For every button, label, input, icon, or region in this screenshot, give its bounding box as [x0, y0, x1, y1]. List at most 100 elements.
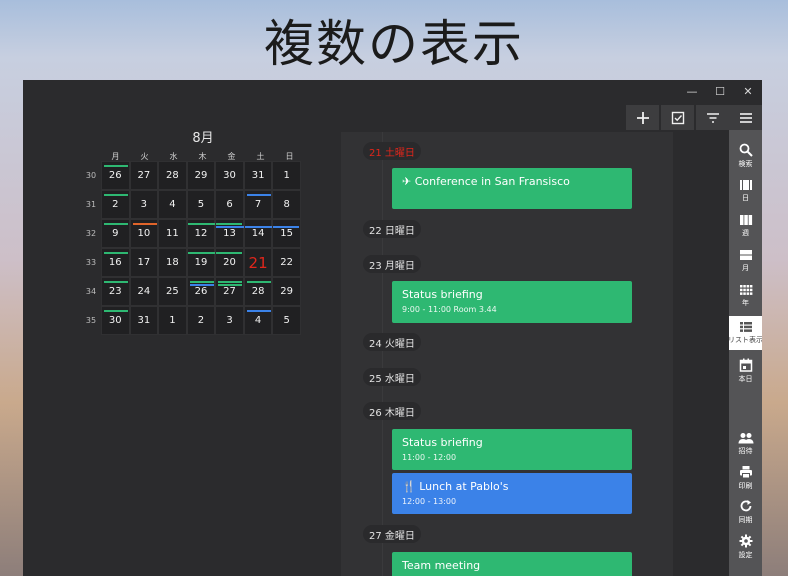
- day-number: 22: [280, 257, 294, 268]
- day-cell[interactable]: 30: [215, 161, 244, 190]
- day-header: 21 土曜日: [363, 142, 421, 160]
- day-cell[interactable]: 18: [158, 248, 187, 277]
- event-bar: [189, 284, 214, 286]
- timeline-line: [382, 132, 383, 576]
- day-cell[interactable]: 23: [101, 277, 130, 306]
- day-cell[interactable]: 22: [272, 248, 301, 277]
- event-bar: [244, 226, 274, 228]
- minimize-button[interactable]: —: [678, 80, 706, 102]
- menu-button[interactable]: [729, 105, 762, 130]
- day-cell[interactable]: 31: [243, 161, 273, 190]
- sidebar-item-label: 週: [742, 229, 749, 237]
- day-cell[interactable]: 29: [272, 277, 301, 306]
- week-number: 35: [85, 316, 97, 325]
- day-cell[interactable]: 2: [101, 190, 130, 219]
- day-number: 17: [137, 257, 151, 268]
- day-cell[interactable]: 15: [272, 219, 301, 248]
- sidebar-item-label: 同期: [738, 516, 753, 524]
- day-cell[interactable]: 26: [101, 161, 130, 190]
- week-number: 31: [85, 200, 97, 209]
- day-cell[interactable]: 11: [158, 219, 187, 248]
- day-cell[interactable]: 26: [186, 277, 216, 306]
- day-cell[interactable]: 1: [272, 161, 301, 190]
- day-number: 30: [108, 315, 122, 326]
- event-card[interactable]: 🍴 Lunch at Pablo's 12:00 - 13:00: [392, 473, 632, 514]
- maximize-button[interactable]: ☐: [706, 80, 734, 102]
- filter-button[interactable]: [696, 105, 729, 130]
- day-cell[interactable]: 30: [101, 306, 130, 335]
- week-number: 33: [85, 258, 97, 267]
- day-cell[interactable]: 7: [243, 190, 273, 219]
- day-cell[interactable]: 13: [215, 219, 246, 248]
- event-card[interactable]: Status briefing 9:00 - 11:00 Room 3.44: [392, 281, 632, 323]
- month-view-icon: [739, 250, 752, 260]
- sidebar-item-label: 年: [742, 299, 749, 307]
- sidebar-item-year[interactable]: 年: [729, 279, 762, 313]
- day-cell[interactable]: 3: [215, 306, 244, 335]
- day-cell[interactable]: 29: [186, 161, 216, 190]
- event-card[interactable]: Team meeting: [392, 552, 632, 576]
- day-cell[interactable]: 24: [129, 277, 159, 306]
- sidebar-item-sync[interactable]: 同期: [729, 495, 762, 529]
- day-number: 16: [108, 257, 122, 268]
- day-cell[interactable]: 19: [186, 248, 217, 277]
- sidebar-item-search[interactable]: 検索: [729, 139, 762, 173]
- day-cell[interactable]: 27: [215, 277, 244, 306]
- day-cell-today[interactable]: 21: [243, 248, 273, 277]
- event-bar: [216, 252, 243, 254]
- day-cell[interactable]: 28: [158, 161, 187, 190]
- sidebar-item-day[interactable]: 日: [729, 174, 762, 208]
- close-button[interactable]: ✕: [734, 80, 762, 102]
- add-event-button[interactable]: [626, 105, 659, 130]
- day-number: 29: [194, 170, 208, 181]
- printer-icon: [739, 466, 752, 479]
- day-cell[interactable]: 9: [101, 219, 130, 248]
- week-number: 34: [85, 287, 97, 296]
- day-number: 2: [197, 315, 205, 326]
- week-number: 32: [85, 229, 97, 238]
- day-cell[interactable]: 8: [272, 190, 301, 219]
- sidebar-item-today[interactable]: 本日: [729, 354, 762, 388]
- sidebar-item-print[interactable]: 印刷: [729, 461, 762, 495]
- agenda-list[interactable]: 21 土曜日 ✈ Conference in San Fransisco 22 …: [341, 132, 673, 576]
- day-cell[interactable]: 6: [215, 190, 244, 219]
- day-cell[interactable]: 25: [158, 277, 187, 306]
- day-cell[interactable]: 17: [129, 248, 159, 277]
- day-number: 5: [283, 315, 290, 326]
- day-cell[interactable]: 14: [243, 219, 274, 248]
- day-cell[interactable]: 27: [129, 161, 159, 190]
- sidebar-item-label: 月: [742, 264, 749, 272]
- event-title: Status briefing: [402, 288, 483, 301]
- day-number: 2: [112, 199, 119, 210]
- sidebar-item-list[interactable]: リスト表示: [728, 316, 762, 350]
- day-cell[interactable]: 10: [129, 219, 159, 248]
- day-cell[interactable]: 28: [243, 277, 273, 306]
- day-cell[interactable]: 16: [101, 248, 130, 277]
- event-bar: [246, 194, 271, 196]
- sidebar: 検索 日 週 月 年 リスト表示 本日 招待 印刷 同期 設定: [728, 105, 762, 576]
- sidebar-item-week[interactable]: 週: [729, 209, 762, 243]
- sidebar-item-month[interactable]: 月: [729, 244, 762, 278]
- day-cell[interactable]: 2: [186, 306, 216, 335]
- week-number: 30: [85, 171, 97, 180]
- day-cell[interactable]: 3: [129, 190, 159, 219]
- day-cell[interactable]: 31: [129, 306, 159, 335]
- event-card[interactable]: Status briefing 11:00 - 12:00: [392, 429, 632, 470]
- month-grid: 26 27 28 29 30 31 1 2 3 4 5 6 7 8 9 10 1…: [101, 161, 301, 335]
- day-cell[interactable]: 4: [243, 306, 273, 335]
- day-cell[interactable]: 5: [272, 306, 301, 335]
- day-cell[interactable]: 1: [158, 306, 187, 335]
- add-task-button[interactable]: [661, 105, 694, 130]
- day-cell[interactable]: 4: [158, 190, 187, 219]
- day-number: 11: [166, 228, 179, 239]
- day-number: 5: [197, 199, 205, 210]
- day-cell[interactable]: 5: [186, 190, 216, 219]
- day-cell[interactable]: 20: [215, 248, 244, 277]
- event-bar: [104, 252, 128, 254]
- sidebar-item-settings[interactable]: 設定: [729, 530, 762, 564]
- event-time: 11:00 - 12:00: [402, 453, 457, 462]
- event-bar: [218, 281, 243, 283]
- sidebar-item-invite[interactable]: 招待: [729, 427, 762, 461]
- day-cell[interactable]: 12: [186, 219, 217, 248]
- event-card[interactable]: ✈ Conference in San Fransisco: [392, 168, 632, 209]
